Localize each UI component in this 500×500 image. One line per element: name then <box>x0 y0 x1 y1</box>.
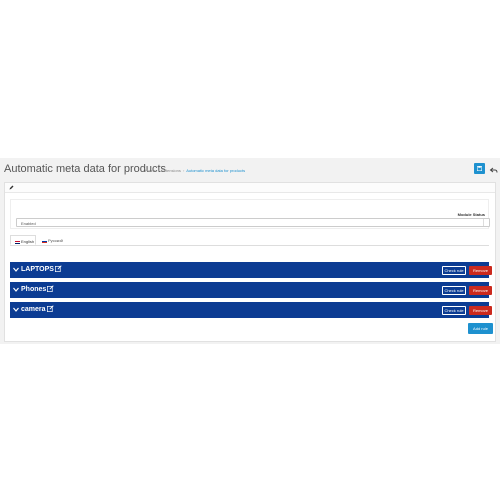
page-title: Automatic meta data for products <box>4 163 167 175</box>
tabs-divider <box>10 245 489 246</box>
page-header: Automatic meta data for products Home › … <box>4 161 499 179</box>
save-icon <box>477 166 482 171</box>
select-caret-icon <box>483 219 488 226</box>
check-rule-button[interactable]: Check rule <box>442 306 466 315</box>
panel-heading <box>5 183 495 193</box>
rule-name: LAPTOPS <box>21 265 62 273</box>
back-button[interactable] <box>489 163 499 174</box>
breadcrumb: Home › Extensions › Automatic meta data … <box>145 168 245 173</box>
breadcrumb-home[interactable]: Home <box>145 168 156 173</box>
uk-flag-icon <box>15 240 20 244</box>
rule-name-label: camera <box>21 306 46 313</box>
check-rule-button[interactable]: Check rule <box>442 286 466 295</box>
module-status-select[interactable]: Enabled <box>16 218 490 227</box>
tab-label: English <box>21 239 35 244</box>
chevron-down-icon <box>13 267 19 272</box>
app-window: Automatic meta data for products Home › … <box>0 158 500 344</box>
russia-flag-icon <box>42 239 47 243</box>
chevron-down-icon <box>13 287 19 292</box>
settings-panel: Module Status Enabled English Русский LA… <box>4 182 496 342</box>
rule-row[interactable]: Phones Check rule Remove <box>10 282 492 298</box>
pencil-icon <box>9 185 14 190</box>
check-rule-button[interactable]: Check rule <box>442 266 466 275</box>
rule-name-label: Phones <box>21 286 47 293</box>
tab-russian[interactable]: Русский <box>38 235 68 245</box>
breadcrumb-separator: › <box>182 168 185 173</box>
module-status-label: Module Status <box>457 212 485 217</box>
breadcrumb-separator: › <box>157 168 160 173</box>
edit-icon[interactable] <box>47 285 54 292</box>
save-button[interactable] <box>474 163 485 174</box>
tab-english[interactable]: English <box>10 235 36 245</box>
remove-rule-button[interactable]: Remove <box>469 306 492 315</box>
add-rule-button[interactable]: Add rule <box>468 323 493 334</box>
edit-icon[interactable] <box>46 305 54 312</box>
remove-rule-button[interactable]: Remove <box>469 266 492 275</box>
module-status-value: Enabled <box>21 221 36 226</box>
breadcrumb-current[interactable]: Automatic meta data for products <box>186 168 245 173</box>
rule-name: Phones <box>21 285 54 293</box>
rule-row[interactable]: camera Check rule Remove <box>10 302 492 318</box>
reply-icon <box>489 167 498 173</box>
edit-icon[interactable] <box>54 265 62 272</box>
breadcrumb-extensions[interactable]: Extensions <box>161 168 181 173</box>
rule-name-label: LAPTOPS <box>21 266 54 273</box>
chevron-down-icon <box>13 307 19 312</box>
rule-row[interactable]: LAPTOPS Check rule Remove <box>10 262 492 278</box>
tab-label: Русский <box>48 238 63 243</box>
remove-rule-button[interactable]: Remove <box>469 286 492 295</box>
module-status-group: Module Status Enabled <box>10 199 490 229</box>
rule-name: camera <box>21 305 54 313</box>
